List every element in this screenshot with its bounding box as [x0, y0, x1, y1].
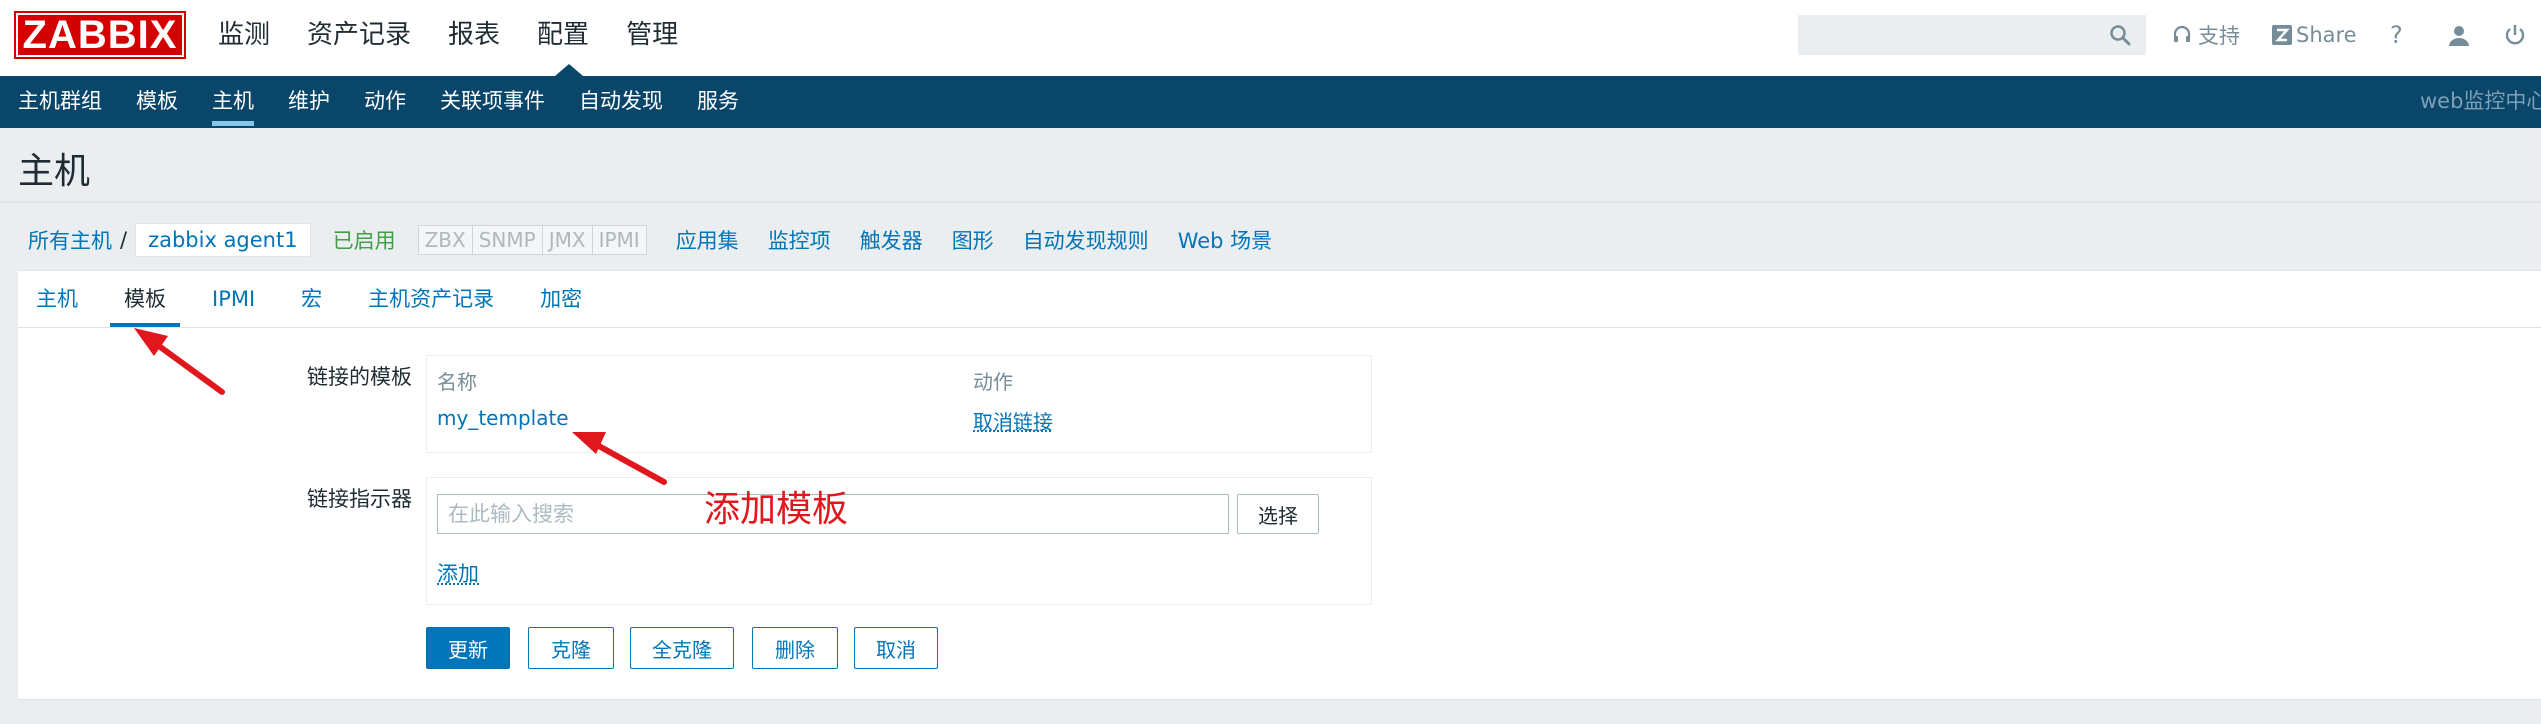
- main-nav-reports[interactable]: 报表: [448, 0, 523, 76]
- tab-inventory[interactable]: 主机资产记录: [368, 271, 494, 327]
- tag-jmx: JMX: [542, 226, 593, 254]
- help-icon[interactable]: ?: [2390, 0, 2403, 70]
- global-search-input[interactable]: [1798, 15, 2146, 55]
- sub-nav-maintenance[interactable]: 维护: [288, 76, 330, 128]
- server-name: web监控中心: [2420, 89, 2541, 113]
- sub-nav-actions[interactable]: 动作: [364, 76, 406, 128]
- sub-nav-services[interactable]: 服务: [697, 76, 739, 128]
- full-clone-button[interactable]: 全克隆: [630, 627, 734, 669]
- breadcrumb-web-scenarios[interactable]: Web 场景: [1178, 225, 1272, 255]
- breadcrumb-applications[interactable]: 应用集: [676, 225, 739, 255]
- header-divider: [0, 201, 2541, 203]
- tab-ipmi[interactable]: IPMI: [212, 271, 255, 327]
- sign-out-button[interactable]: [2504, 0, 2526, 70]
- link-indicator-label: 链接指示器: [307, 487, 412, 511]
- tag-snmp: SNMP: [472, 226, 543, 254]
- tab-divider: [18, 327, 2541, 328]
- sub-nav-event-correlation[interactable]: 关联项事件: [440, 76, 545, 128]
- sub-nav-host-groups[interactable]: 主机群组: [18, 76, 102, 128]
- power-icon: [2505, 25, 2525, 45]
- breadcrumb-items[interactable]: 监控项: [768, 225, 831, 255]
- column-name: 名称: [437, 370, 477, 394]
- sub-nav-discovery[interactable]: 自动发现: [579, 76, 663, 128]
- zabbix-logo[interactable]: ZABBIX: [14, 11, 186, 59]
- main-nav-inventory[interactable]: 资产记录: [307, 0, 434, 76]
- tab-encryption[interactable]: 加密: [540, 271, 582, 327]
- tag-zbx: ZBX: [418, 226, 473, 254]
- annotation-add-template: 添加模板: [704, 489, 849, 530]
- headset-icon: [2173, 25, 2191, 42]
- main-nav-monitoring[interactable]: 监测: [218, 0, 293, 76]
- breadcrumb-graphs[interactable]: 图形: [952, 225, 994, 255]
- share-link[interactable]: Share: [2272, 0, 2357, 70]
- support-link[interactable]: 支持: [2172, 0, 2240, 70]
- sub-nav: 主机群组 模板 主机 维护 动作 关联项事件 自动发现 服务 web监控中心: [0, 76, 2541, 128]
- share-z-icon: [2272, 25, 2292, 45]
- breadcrumb-triggers[interactable]: 触发器: [860, 225, 923, 255]
- user-icon: [2449, 26, 2469, 46]
- clone-button[interactable]: 克隆: [528, 627, 614, 669]
- top-bar: ZABBIX 监测 资产记录 报表 配置 管理 支持 Share ?: [0, 0, 2541, 76]
- breadcrumb-all-hosts[interactable]: 所有主机: [28, 225, 112, 255]
- host-status-enabled[interactable]: 已启用: [333, 225, 396, 255]
- select-template-button[interactable]: 选择: [1237, 494, 1319, 534]
- breadcrumb-current-host[interactable]: zabbix agent1: [135, 223, 311, 257]
- breadcrumb: 所有主机 / zabbix agent1 已启用 ZBX SNMP JMX IP…: [28, 222, 1272, 258]
- column-action: 动作: [973, 370, 1013, 394]
- linked-templates-table: 名称 动作 my_template 取消链接: [426, 355, 1372, 453]
- tag-ipmi: IPMI: [592, 226, 646, 254]
- page-title: 主机: [18, 151, 91, 192]
- tab-host[interactable]: 主机: [36, 271, 78, 327]
- search-icon[interactable]: [2108, 23, 2132, 47]
- cancel-button[interactable]: 取消: [854, 627, 938, 669]
- main-nav: 监测 资产记录 报表 配置 管理: [218, 0, 715, 76]
- linked-templates-label: 链接的模板: [307, 365, 412, 389]
- host-form-panel: 主机 模板 IPMI 宏 主机资产记录 加密 链接的模板 名称 动作 my_te…: [18, 270, 2541, 700]
- update-button[interactable]: 更新: [426, 627, 510, 669]
- support-label: 支持: [2198, 24, 2240, 48]
- breadcrumb-discovery-rules[interactable]: 自动发现规则: [1023, 225, 1149, 255]
- tab-macros[interactable]: 宏: [301, 271, 322, 327]
- availability-tags: ZBX SNMP JMX IPMI: [417, 225, 647, 255]
- delete-button[interactable]: 删除: [752, 627, 838, 669]
- template-name-link[interactable]: my_template: [437, 406, 569, 430]
- sub-nav-templates[interactable]: 模板: [136, 76, 178, 128]
- main-nav-administration[interactable]: 管理: [626, 0, 701, 76]
- link-indicator-box: 选择 添加: [426, 477, 1372, 605]
- unlink-template-link[interactable]: 取消链接: [973, 406, 1053, 435]
- breadcrumb-separator: /: [120, 228, 128, 252]
- main-nav-configuration[interactable]: 配置: [537, 0, 612, 76]
- form-tabs: 主机 模板 IPMI 宏 主机资产记录 加密: [36, 271, 628, 327]
- tab-templates[interactable]: 模板: [110, 271, 180, 327]
- share-label: Share: [2296, 23, 2357, 47]
- user-profile-button[interactable]: [2448, 0, 2470, 70]
- sub-nav-hosts[interactable]: 主机: [212, 76, 254, 128]
- add-template-link[interactable]: 添加: [437, 558, 479, 588]
